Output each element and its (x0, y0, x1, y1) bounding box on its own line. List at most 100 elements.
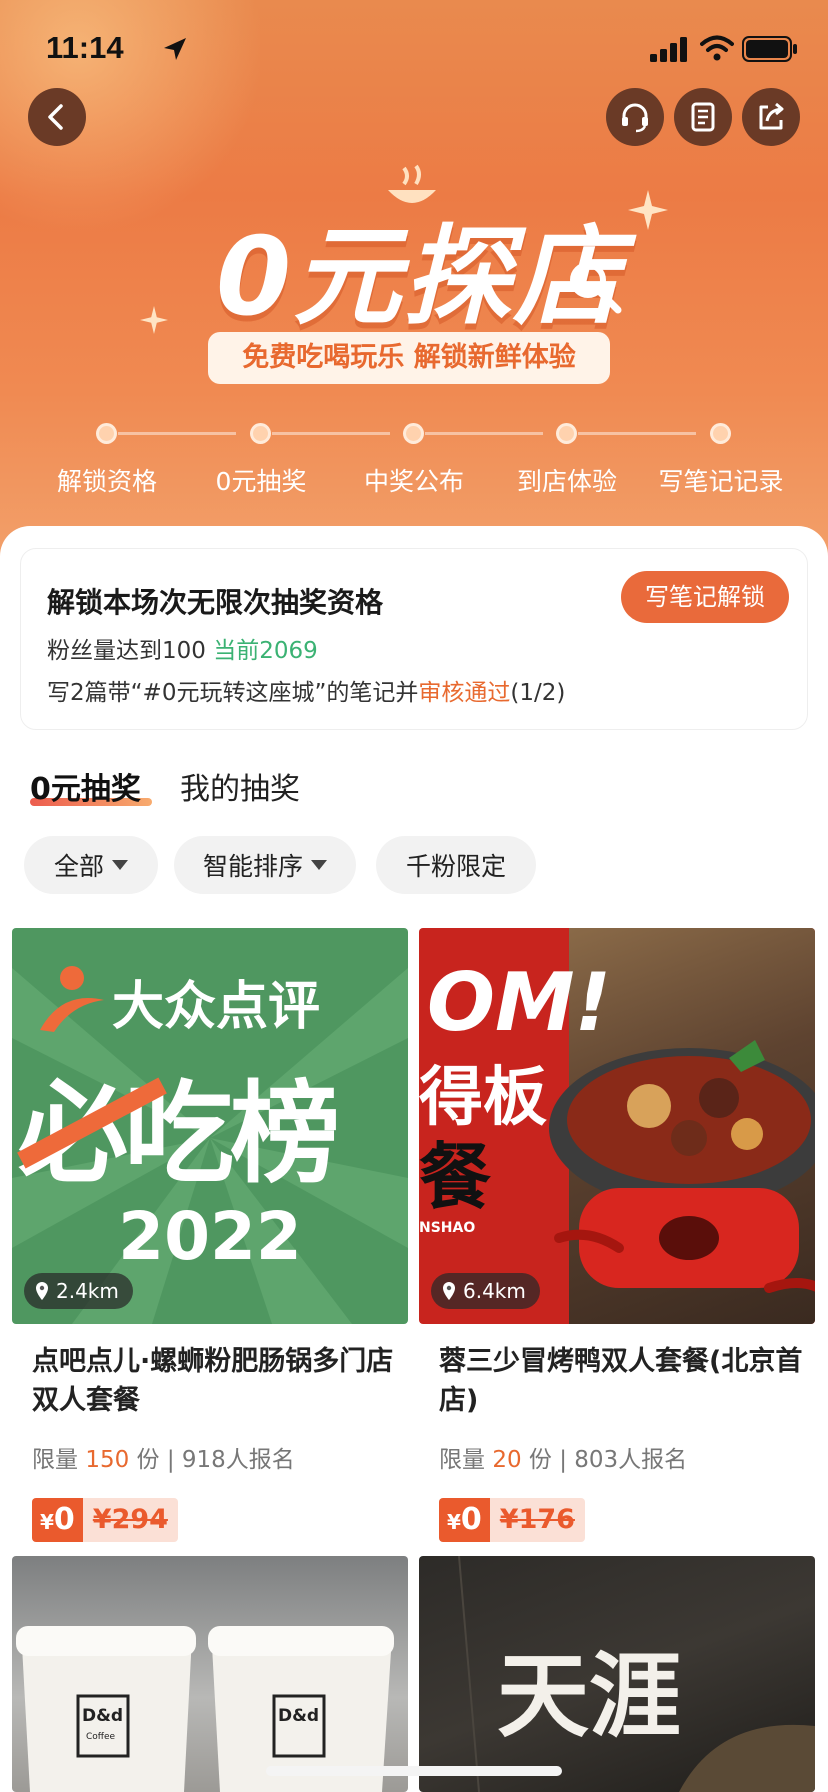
meta-prefix: 限量 (32, 1447, 78, 1473)
notes-status: 审核通过 (418, 680, 511, 706)
fans-current: 当前2069 (213, 638, 318, 664)
cup-logo-text: D&d (278, 1706, 320, 1726)
limit-count: 150 (85, 1447, 130, 1473)
image-year-text: 2022 (118, 1198, 302, 1275)
currency-symbol: ¥ (447, 1510, 461, 1534)
step-dot (710, 423, 731, 444)
meta-suffix: 份 | 803人报名 (528, 1447, 688, 1473)
product-image: OM! 得板 餐 NSHAO (419, 928, 815, 1324)
filter-sort[interactable]: 智能排序 (174, 836, 356, 894)
step-label: 到店体验 (516, 467, 617, 496)
product-meta: 限量 150 份 | 918人报名 (32, 1440, 295, 1474)
step-connector (425, 432, 543, 435)
current-price: ¥0 (32, 1498, 83, 1542)
step-connector (118, 432, 236, 435)
document-icon (691, 102, 715, 132)
price-value: 0 (53, 1502, 75, 1537)
hero-slogan: 免费吃喝玩乐 解锁新鲜体验 (208, 332, 610, 384)
unlock-title: 解锁本场次无限次抽奖资格 (47, 586, 384, 619)
status-time: 11:14 (46, 30, 124, 65)
coffee-cups-image (16, 1626, 394, 1792)
product-image: 大众点评 必吃榜 2022 (12, 928, 408, 1324)
status-bar: 11:14 (0, 0, 828, 96)
location-pin-icon (36, 1282, 48, 1300)
location-pin-icon (443, 1282, 455, 1300)
meta-suffix: 份 | 918人报名 (136, 1447, 295, 1473)
hotpot-image (549, 1040, 815, 1293)
filter-label: 全部 (53, 852, 104, 881)
product-meta: 限量 20 份 | 803人报名 (439, 1440, 687, 1474)
unlock-card: 解锁本场次无限次抽奖资格 写笔记解锁 粉丝量达到100 当前2069 写2篇带“… (20, 548, 808, 730)
current-price: ¥0 (439, 1498, 490, 1542)
step-dot (403, 423, 424, 444)
filter-label: 千粉限定 (405, 852, 506, 881)
product-title: 点吧点儿·螺蛳粉肥肠锅多门店双人套餐 (32, 1346, 394, 1416)
product-card[interactable]: 大众点评 必吃榜 2022 2.4km 点吧点儿·螺蛳粉肥肠锅多门店双人套餐 限… (12, 928, 408, 1544)
share-icon (759, 102, 784, 130)
price-tag: ¥0 ¥294 (32, 1498, 178, 1542)
step-label: 解锁资格 (56, 467, 157, 496)
magnifier-icon (570, 262, 622, 314)
tab-zero-yuan-lottery[interactable]: 0元抽奖 (30, 764, 141, 808)
tab-my-lottery[interactable]: 我的抽奖 (180, 764, 300, 808)
product-image: 天涯 (419, 1556, 815, 1792)
currency-symbol: ¥ (40, 1510, 54, 1534)
product-card[interactable]: OM! 得板 餐 NSHAO 6.4km 蓉三少冒烤鸭双人套餐(北京首店) 限量… (419, 928, 815, 1544)
notes-requirement: 写2篇带“#0元玩转这座城”的笔记并审核通过(1/2) (47, 673, 565, 707)
filter-all[interactable]: 全部 (24, 836, 158, 894)
headset-icon (622, 103, 648, 133)
write-note-unlock-button[interactable]: 写笔记解锁 (621, 571, 789, 623)
original-price: ¥294 (82, 1498, 178, 1542)
distance-badge: 6.4km (431, 1273, 540, 1309)
step-label: 中奖公布 (363, 467, 464, 496)
notes-progress: (1/2) (510, 680, 566, 706)
meta-prefix: 限量 (439, 1447, 485, 1473)
caret-down-icon (112, 860, 128, 870)
customer-service-button[interactable] (606, 88, 664, 146)
product-title: 蓉三少冒烤鸭双人套餐(北京首店) (439, 1346, 803, 1416)
product-card[interactable]: 天涯 (419, 1556, 815, 1792)
rules-button[interactable] (674, 88, 732, 146)
image-main-text: 必吃榜 (18, 1070, 340, 1198)
limit-count: 20 (492, 1447, 522, 1473)
hero-logo: 0元探店 免费吃喝玩乐 解锁新鲜体验 (0, 150, 828, 384)
wifi-icon (700, 35, 734, 61)
image-big-text: 天涯 (497, 1642, 682, 1750)
step-label: 写笔记记录 (658, 467, 784, 496)
share-button[interactable] (742, 88, 800, 146)
cup-sub-text: Coffee (86, 1732, 116, 1742)
back-button[interactable] (28, 88, 86, 146)
filter-label: 智能排序 (202, 852, 303, 881)
fans-requirement: 粉丝量达到100 当前2069 (47, 631, 318, 665)
original-price: ¥176 (489, 1498, 585, 1542)
fans-label: 粉丝量达到100 (47, 638, 206, 664)
step-label: 0元抽奖 (215, 467, 307, 496)
step-dot (556, 423, 577, 444)
image-low-text: 餐 (419, 1135, 492, 1219)
caret-down-icon (311, 860, 327, 870)
distance-text: 6.4km (463, 1279, 526, 1303)
distance-badge: 2.4km (24, 1273, 133, 1309)
chevron-left-icon (48, 104, 63, 130)
filter-thousand-fans[interactable]: 千粉限定 (376, 836, 536, 894)
price-tag: ¥0 ¥176 (439, 1498, 585, 1542)
hero-title: 0元探店 (216, 215, 624, 340)
location-arrow-icon (164, 38, 186, 60)
price-value: 0 (460, 1502, 482, 1537)
process-steps: 解锁资格 0元抽奖 中奖公布 到店体验 写笔记记录 (0, 420, 828, 500)
step-dot (250, 423, 271, 444)
image-tag-text: NSHAO (419, 1220, 476, 1236)
signal-icon (650, 37, 687, 62)
battery-icon (742, 36, 797, 62)
dianping-logo-icon (40, 966, 104, 1032)
product-image: D&d D&d Coffee (12, 1556, 408, 1792)
distance-text: 2.4km (56, 1279, 119, 1303)
step-dot (96, 423, 117, 444)
step-connector (272, 432, 390, 435)
notes-prefix: 写2篇带“#0元玩转这座城”的笔记并 (47, 680, 419, 706)
image-brand-text: 大众点评 (112, 977, 321, 1037)
cup-logo-text: D&d (82, 1706, 124, 1726)
home-indicator (266, 1766, 562, 1776)
step-connector (578, 432, 696, 435)
product-card[interactable]: D&d D&d Coffee (12, 1556, 408, 1792)
